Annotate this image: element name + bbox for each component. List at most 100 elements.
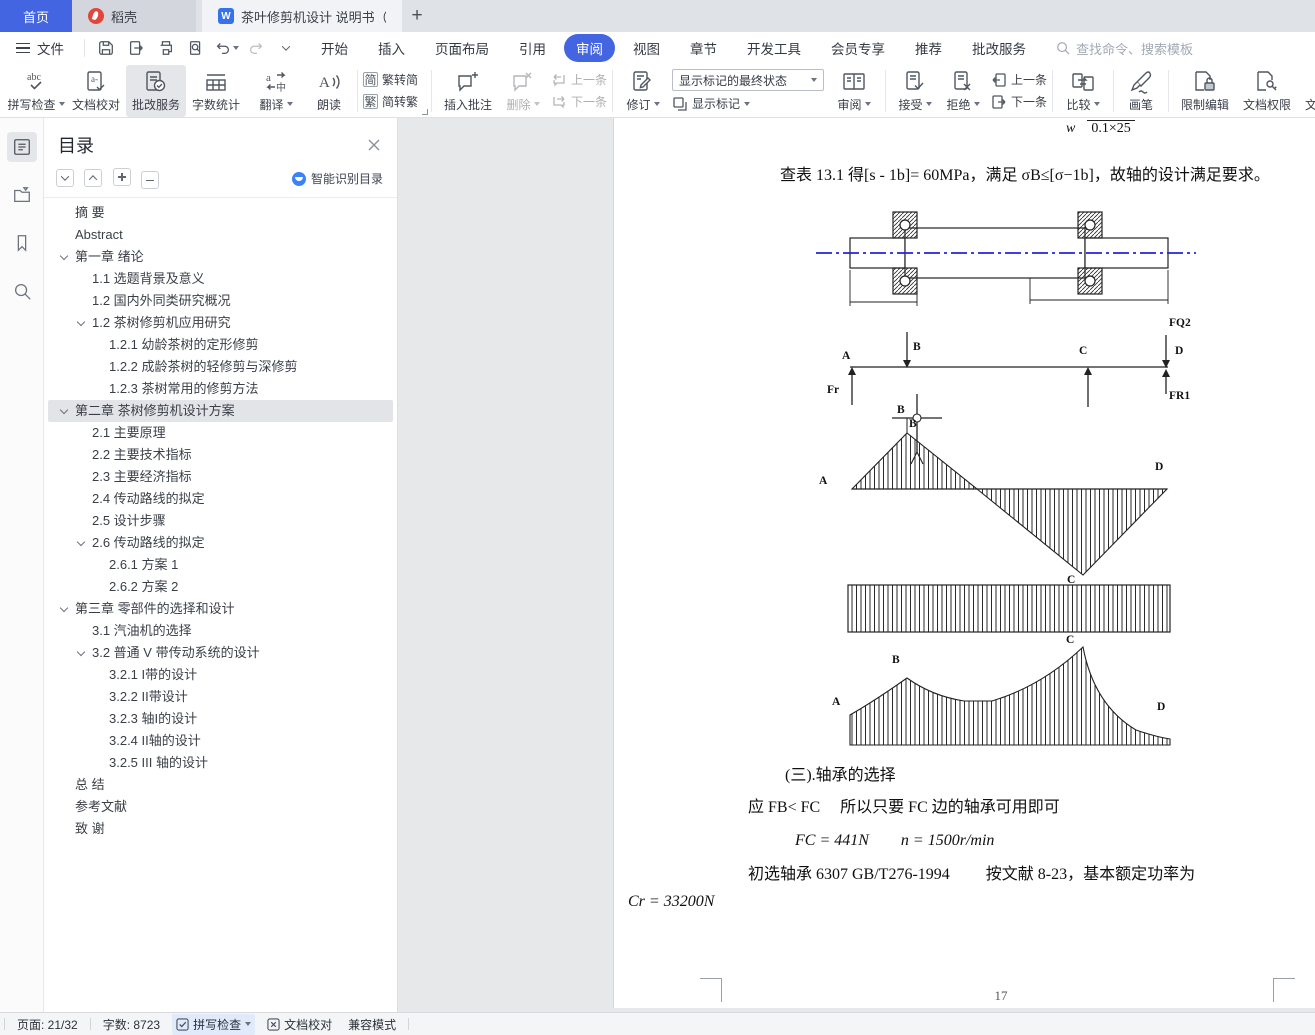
toc-item[interactable]: 致 谢 xyxy=(48,818,393,840)
chevron-down-icon[interactable] xyxy=(76,318,86,327)
prev-change-button[interactable]: 上一条 xyxy=(991,71,1047,88)
toc-item[interactable]: 第二章 茶树修剪机设计方案 xyxy=(48,400,393,423)
menu-会员专享[interactable]: 会员专享 xyxy=(819,34,897,62)
home-tab[interactable]: 首页 xyxy=(0,0,72,32)
toc-item[interactable]: 总 结 xyxy=(48,774,393,796)
toc-item[interactable]: 2.4 传动路线的拟定 xyxy=(48,488,393,510)
menu-插入[interactable]: 插入 xyxy=(366,34,417,62)
new-tab-button[interactable]: + xyxy=(402,0,432,32)
track-changes-button[interactable]: 修订 xyxy=(618,65,668,117)
page-indicator[interactable]: 页面: 21/32 xyxy=(13,1014,82,1035)
menu-引用[interactable]: 引用 xyxy=(507,34,558,62)
command-search[interactable]: 查找命令、搜索模板 xyxy=(1056,39,1193,58)
doc-permission-button[interactable]: 文档权限 xyxy=(1236,65,1298,117)
redo-button[interactable] xyxy=(243,36,269,60)
toc-item[interactable]: 3.1 汽油机的选择 xyxy=(48,620,393,642)
document-page[interactable]: w 0.1×25 查表 13.1 得[s - 1b]= 60MPa，满足 σB≤[… xyxy=(614,118,1315,1008)
simp-to-trad-button[interactable]: 繁简转繁 xyxy=(363,93,418,110)
toc-item[interactable]: 2.5 设计步骤 xyxy=(48,510,393,532)
review-panel-button[interactable] xyxy=(7,180,37,210)
next-change-button[interactable]: 下一条 xyxy=(991,93,1047,110)
menu-批改服务[interactable]: 批改服务 xyxy=(960,34,1038,62)
chevron-down-icon[interactable] xyxy=(76,648,86,657)
zoom-out-toc-button[interactable] xyxy=(141,171,160,190)
chevron-down-icon[interactable] xyxy=(59,406,69,415)
export-button[interactable] xyxy=(123,36,149,60)
save-button[interactable] xyxy=(93,36,119,60)
toc-item[interactable]: 1.2 茶树修剪机应用研究 xyxy=(48,312,393,334)
quick-access-more-button[interactable] xyxy=(273,36,299,60)
toc-item[interactable]: 2.6.2 方案 2 xyxy=(48,576,393,598)
document-tab[interactable]: W 茶叶修剪机设计 说明书（论文） xyxy=(202,0,402,32)
outline-panel-button[interactable] xyxy=(6,132,37,162)
toc-item[interactable]: 3.2.3 轴I的设计 xyxy=(48,708,393,730)
prev-comment-button[interactable]: 上一条 xyxy=(551,71,607,88)
menu-开发工具[interactable]: 开发工具 xyxy=(735,34,813,62)
brush-button[interactable]: 画笔 xyxy=(1119,65,1163,117)
print-preview-button[interactable] xyxy=(183,36,209,60)
review-pane-button[interactable]: 审阅 xyxy=(828,65,880,117)
accept-button[interactable]: 接受 xyxy=(891,65,939,117)
toc-item[interactable]: 1.2.3 茶树常用的修剪方法 xyxy=(48,378,393,400)
word-count-indicator[interactable]: 字数: 8723 xyxy=(99,1014,164,1035)
chevron-down-icon[interactable] xyxy=(76,538,86,547)
chevron-down-icon[interactable] xyxy=(59,252,69,261)
toc-item[interactable]: 第三章 零部件的选择和设计 xyxy=(48,598,393,620)
dialog-launcher-icon[interactable] xyxy=(422,108,429,115)
spell-check-toggle[interactable]: 拼写检查 xyxy=(172,1013,256,1035)
docer-tab[interactable]: 稻壳 xyxy=(72,0,196,32)
toc-item[interactable]: 1.2.1 幼龄茶树的定形修剪 xyxy=(48,334,393,356)
trad-to-simp-button[interactable]: 简繁转简 xyxy=(363,71,418,88)
print-button[interactable] xyxy=(153,36,179,60)
restrict-edit-button[interactable]: 限制编辑 xyxy=(1174,65,1236,117)
doc-certify-button[interactable]: 文档认证 xyxy=(1298,65,1315,117)
doc-proof-button[interactable]: a- 文档校对 xyxy=(66,65,126,117)
toc-item[interactable]: 2.2 主要技术指标 xyxy=(48,444,393,466)
toc-item[interactable]: Abstract xyxy=(48,224,393,246)
toc-item[interactable]: 3.2 普通 V 带传动系统的设计 xyxy=(48,642,393,664)
chevron-down-icon[interactable] xyxy=(59,604,69,613)
menu-章节[interactable]: 章节 xyxy=(678,34,729,62)
menu-视图[interactable]: 视图 xyxy=(621,34,672,62)
correction-service-button[interactable]: 批改服务 xyxy=(126,64,186,117)
file-menu-button[interactable]: 文件 xyxy=(0,38,76,58)
show-markup-button[interactable]: 显示标记 xyxy=(672,95,824,112)
next-comment-button[interactable]: 下一条 xyxy=(551,93,607,110)
toc-item[interactable]: 3.2.2 II带设计 xyxy=(48,686,393,708)
menu-审阅[interactable]: 审阅 xyxy=(564,34,615,62)
toc-item[interactable]: 摘 要 xyxy=(48,202,393,224)
toc-item[interactable]: 1.1 选题背景及意义 xyxy=(48,268,393,290)
doc-proof-status[interactable]: 文档校对 xyxy=(263,1014,336,1035)
zoom-in-toc-button[interactable] xyxy=(112,168,131,186)
expand-all-button[interactable] xyxy=(56,169,74,187)
toc-item[interactable]: 2.1 主要原理 xyxy=(48,422,393,444)
toc-item[interactable]: 1.2 国内外同类研究概况 xyxy=(48,290,393,312)
close-panel-button[interactable] xyxy=(367,138,381,152)
find-panel-button[interactable] xyxy=(7,276,37,306)
word-count-button[interactable]: 字数统计 xyxy=(186,65,246,117)
read-aloud-button[interactable]: A 朗读 xyxy=(306,65,352,117)
menu-开始[interactable]: 开始 xyxy=(309,34,360,62)
undo-button[interactable] xyxy=(213,36,239,60)
reject-button[interactable]: 拒绝 xyxy=(939,65,987,117)
toc-item[interactable]: 1.2.2 成龄茶树的轻修剪与深修剪 xyxy=(48,356,393,378)
toc-item[interactable]: 3.2.4 II轴的设计 xyxy=(48,730,393,752)
markup-state-select[interactable]: 显示标记的最终状态 xyxy=(672,69,825,91)
collapse-all-button[interactable] xyxy=(84,169,103,187)
toc-item[interactable]: 3.2.5 III 轴的设计 xyxy=(48,752,393,774)
toc-item[interactable]: 3.2.1 I带的设计 xyxy=(48,664,393,686)
toc-item[interactable]: 2.6.1 方案 1 xyxy=(48,554,393,576)
bookmark-panel-button[interactable] xyxy=(7,228,37,258)
compare-button[interactable]: 比较 xyxy=(1058,65,1108,117)
smart-recognize-button[interactable]: 智能识别目录 xyxy=(291,170,383,187)
toc-item[interactable]: 2.3 主要经济指标 xyxy=(48,466,393,488)
menu-推荐[interactable]: 推荐 xyxy=(903,34,954,62)
insert-comment-button[interactable]: 插入批注 xyxy=(437,65,499,117)
menu-页面布局[interactable]: 页面布局 xyxy=(423,34,501,62)
toc-item[interactable]: 参考文献 xyxy=(48,796,393,818)
toc-item[interactable]: 第一章 绪论 xyxy=(48,246,393,268)
delete-comment-button[interactable]: 删除 xyxy=(499,65,547,117)
spell-check-button[interactable]: abc 拼写检查 xyxy=(6,65,66,117)
translate-button[interactable]: a中 翻译 xyxy=(246,65,306,117)
toc-item[interactable]: 2.6 传动路线的拟定 xyxy=(48,532,393,554)
